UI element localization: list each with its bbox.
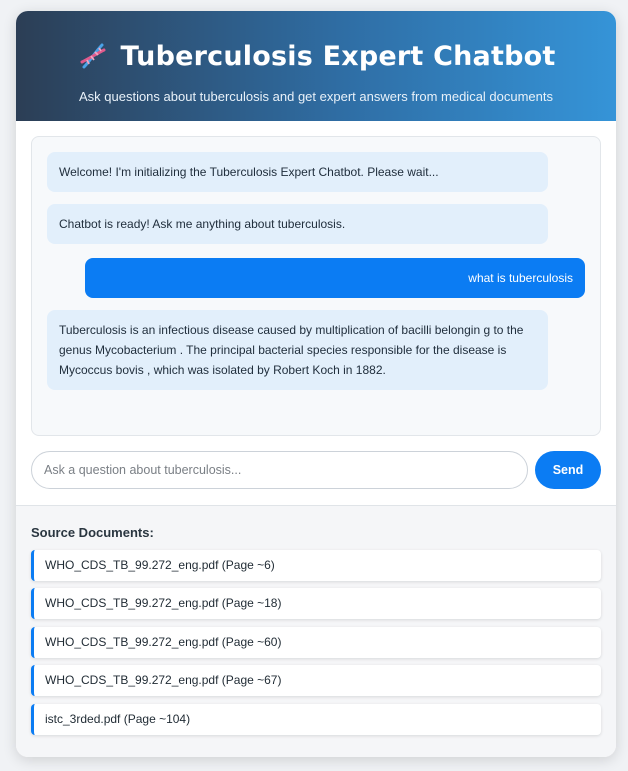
user-message: what is tuberculosis — [85, 258, 585, 298]
input-row: Send — [31, 451, 601, 489]
send-button[interactable]: Send — [535, 451, 601, 489]
header: Tuberculosis Expert Chatbot Ask question… — [16, 11, 616, 121]
chatbot-app: Tuberculosis Expert Chatbot Ask question… — [16, 11, 616, 757]
bot-message: Welcome! I'm initializing the Tuberculos… — [47, 152, 548, 192]
page-subtitle: Ask questions about tuberculosis and get… — [78, 89, 554, 104]
source-documents: Source Documents: WHO_CDS_TB_99.272_eng.… — [16, 505, 616, 757]
bot-message: Tuberculosis is an infectious disease ca… — [47, 310, 548, 390]
page-title: Tuberculosis Expert Chatbot — [120, 40, 556, 72]
question-input[interactable] — [31, 451, 528, 489]
title-row: Tuberculosis Expert Chatbot — [16, 35, 616, 77]
source-document-item: WHO_CDS_TB_99.272_eng.pdf (Page ~18) — [31, 588, 601, 619]
source-document-item: WHO_CDS_TB_99.272_eng.pdf (Page ~67) — [31, 665, 601, 696]
chat-history[interactable]: Welcome! I'm initializing the Tuberculos… — [31, 136, 601, 436]
source-documents-title: Source Documents: — [31, 525, 154, 540]
source-document-item: WHO_CDS_TB_99.272_eng.pdf (Page ~6) — [31, 550, 601, 581]
source-document-item: WHO_CDS_TB_99.272_eng.pdf (Page ~60) — [31, 627, 601, 658]
dna-icon — [77, 40, 109, 72]
bot-message: Chatbot is ready! Ask me anything about … — [47, 204, 548, 244]
source-document-item: istc_3rded.pdf (Page ~104) — [31, 704, 601, 735]
